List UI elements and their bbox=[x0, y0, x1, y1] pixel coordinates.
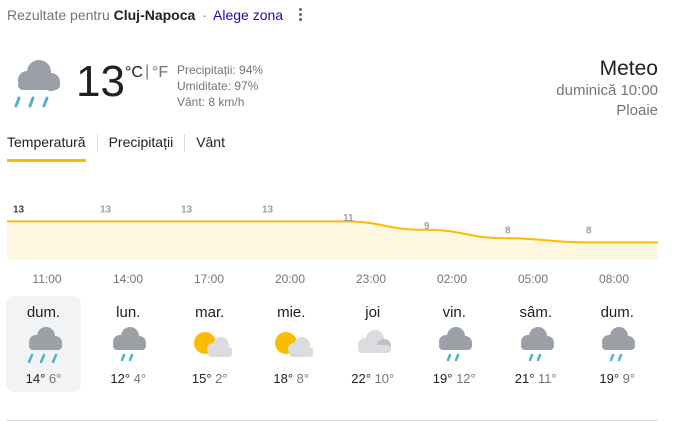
weather-title: Meteo bbox=[599, 57, 658, 80]
forecast-temps: 15° 2° bbox=[169, 371, 251, 386]
showers-icon bbox=[520, 327, 554, 362]
weather-details: Precipitații: 94% Umiditate: 97% Vânt: 8… bbox=[177, 62, 263, 110]
results-location-line: Rezultate pentru Cluj-Napoca · Alege zon… bbox=[7, 7, 283, 23]
forecast-high: 21° bbox=[514, 371, 535, 386]
forecast-day-name: joi bbox=[365, 304, 381, 321]
forecast-day[interactable]: vin. 19° 12° bbox=[414, 296, 496, 392]
forecast-day[interactable]: joi 22° 10° bbox=[332, 296, 414, 392]
unit-fahrenheit[interactable]: °F bbox=[152, 64, 168, 82]
unit-separator: | bbox=[145, 63, 150, 80]
forecast-day-name: vin. bbox=[442, 304, 466, 321]
forecast-low: 4° bbox=[133, 371, 147, 386]
forecast-temps: 14° 6° bbox=[6, 371, 81, 386]
forecast-day[interactable]: sâm. 21° 11° bbox=[495, 296, 577, 392]
forecast-day[interactable]: mar. 15° 2° bbox=[169, 296, 251, 392]
temperature-chart: 13 11:00 13 14:00 13 17:00 13 20:00 11 23:00 9 02:0… bbox=[7, 204, 658, 286]
results-prefix: Rezultate pentru bbox=[7, 7, 110, 23]
time-tick-label: 02:00 bbox=[437, 272, 467, 286]
forecast-low: 6° bbox=[48, 371, 62, 386]
time-tick-label: 11:00 bbox=[32, 272, 61, 286]
forecast-day-name: dum. bbox=[26, 304, 61, 321]
forecast-temps: 12° 4° bbox=[88, 371, 170, 386]
forecast-high: 14° bbox=[25, 371, 46, 386]
forecast-temps: 18° 8° bbox=[251, 371, 333, 386]
temperature-data-label: 13 bbox=[181, 204, 193, 215]
forecast-day[interactable]: lun. 12° 4° bbox=[88, 296, 170, 392]
humidity-detail: Umiditate: 97% bbox=[177, 79, 259, 93]
forecast-high: 18° bbox=[273, 371, 294, 386]
time-tick-label: 17:00 bbox=[194, 272, 224, 286]
weather-summary: Meteo duminică 10:00 Ploaie bbox=[556, 57, 658, 121]
forecast-low: 11° bbox=[538, 371, 557, 386]
forecast-day[interactable]: dum. 19° 9° bbox=[577, 296, 659, 392]
separator-dot: · bbox=[202, 7, 207, 23]
forecast-high: 12° bbox=[110, 371, 131, 386]
time-tick-label: 14:00 bbox=[113, 272, 143, 286]
weather-datetime: duminică 10:00 bbox=[556, 82, 658, 99]
forecast-day-name: sâm. bbox=[519, 304, 552, 321]
rain-cloud-icon bbox=[27, 327, 62, 363]
temperature-data-label: 13 bbox=[262, 204, 274, 215]
forecast-temps: 21° 11° bbox=[495, 371, 577, 386]
forecast-day-name: mie. bbox=[277, 304, 306, 321]
city-name: Cluj-Napoca bbox=[113, 7, 196, 23]
forecast-temps: 19° 9° bbox=[577, 371, 659, 386]
forecast-low: 12° bbox=[456, 371, 476, 386]
forecast-low: 10° bbox=[374, 371, 395, 386]
forecast-day-name: lun. bbox=[116, 304, 141, 321]
tab-precipitation[interactable]: Precipitații bbox=[109, 134, 174, 159]
current-temperature: 13 bbox=[76, 57, 125, 106]
showers-icon bbox=[439, 327, 473, 362]
showers-icon bbox=[113, 327, 147, 362]
forecast-low: 2° bbox=[215, 371, 228, 386]
daily-forecast: dum. 14° 6° lun. 12° 4° mar. 15° 2° mie. 18° 8°… bbox=[6, 296, 658, 392]
temperature-data-label: 9 bbox=[424, 221, 430, 232]
change-zone-link[interactable]: Alege zona bbox=[213, 7, 283, 23]
forecast-high: 15° bbox=[191, 371, 212, 386]
partly-cloudy-icon bbox=[275, 332, 314, 357]
forecast-high: 19° bbox=[599, 371, 620, 386]
tab-divider bbox=[184, 134, 186, 152]
temperature-data-label: 13 bbox=[100, 204, 112, 215]
divider bbox=[6, 420, 658, 421]
forecast-high: 19° bbox=[432, 371, 453, 386]
chart-tabs: Temperatură Precipitații Vânt bbox=[7, 134, 225, 162]
tab-divider bbox=[96, 134, 98, 152]
temperature-data-label: 13 bbox=[13, 204, 25, 215]
weather-condition: Ploaie bbox=[616, 102, 658, 119]
forecast-day[interactable]: dum. 14° 6° bbox=[6, 296, 81, 392]
partly-cloudy-icon bbox=[193, 332, 232, 357]
cloudy-icon bbox=[357, 330, 391, 353]
time-tick-label: 20:00 bbox=[275, 272, 305, 286]
forecast-temps: 22° 10° bbox=[332, 371, 414, 386]
forecast-low: 8° bbox=[296, 371, 310, 386]
forecast-temps: 19° 12° bbox=[414, 371, 496, 386]
temperature-data-label: 8 bbox=[586, 225, 592, 236]
wind-detail: Vânt: 8 km/h bbox=[177, 95, 245, 109]
temperature-data-label: 11 bbox=[343, 213, 354, 224]
unit-celsius[interactable]: °C bbox=[125, 64, 143, 82]
tab-wind[interactable]: Vânt bbox=[196, 134, 225, 159]
forecast-low: 9° bbox=[622, 371, 636, 386]
forecast-day[interactable]: mie. 18° 8° bbox=[251, 296, 333, 392]
rain-cloud-icon bbox=[14, 60, 60, 108]
temperature-data-label: 8 bbox=[505, 225, 511, 236]
forecast-day-name: dum. bbox=[600, 304, 634, 321]
more-options-icon[interactable] bbox=[294, 4, 306, 24]
precipitation-detail: Precipitații: 94% bbox=[177, 63, 264, 77]
forecast-day-name: mar. bbox=[195, 304, 225, 321]
forecast-high: 22° bbox=[351, 371, 371, 386]
showers-icon bbox=[602, 327, 636, 362]
tab-temperature[interactable]: Temperatură bbox=[7, 134, 86, 162]
time-tick-label: 08:00 bbox=[599, 272, 629, 286]
time-tick-label: 23:00 bbox=[356, 272, 386, 286]
time-tick-label: 05:00 bbox=[518, 272, 548, 286]
